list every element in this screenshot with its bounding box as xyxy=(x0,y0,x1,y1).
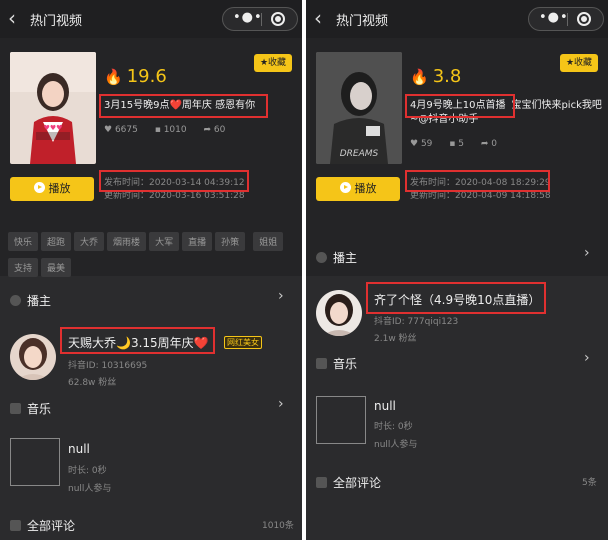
share-stat: ➦ 0 xyxy=(480,139,497,149)
close-circle-icon[interactable] xyxy=(271,12,285,26)
comments-section-header[interactable]: 全部评论 xyxy=(10,517,75,534)
music-duration: 时长: 0秒 xyxy=(68,466,107,476)
chevron-right-icon[interactable]: › xyxy=(278,288,284,304)
comment-icon xyxy=(316,477,327,488)
anchor-id: 抖音ID: 777qiqi123 xyxy=(374,317,459,327)
tag-item[interactable]: 超跑 xyxy=(41,232,72,251)
mini-program-capsule: •●• xyxy=(222,7,298,31)
comment-stat: ▪ 5 xyxy=(449,139,464,149)
like-stat: ♥ 59 xyxy=(410,139,433,149)
anchor-icon xyxy=(316,252,327,263)
comments-count: 1010条 xyxy=(262,521,294,531)
back-icon[interactable]: ‹ xyxy=(8,8,28,30)
music-cover[interactable] xyxy=(10,438,60,486)
music-icon xyxy=(316,358,327,369)
like-stat: ♥ 6675 xyxy=(104,125,138,135)
nav-bar: ‹ 热门视频 •●• xyxy=(0,0,302,38)
music-name: null xyxy=(68,442,90,456)
share-stat: ➦ 60 xyxy=(203,125,226,135)
tag-item[interactable]: 直播 xyxy=(182,232,213,251)
tag-list: 快乐 超跑 大乔 烟雨楼 大军 直播 孙策 姐姐支持 最美 xyxy=(8,230,298,282)
play-button[interactable]: 播放 xyxy=(10,177,94,201)
music-section-header[interactable]: 音乐 xyxy=(316,355,357,372)
tag-item[interactable]: 最美 xyxy=(41,258,72,277)
tag-item[interactable]: 烟雨楼 xyxy=(107,232,147,251)
fire-icon: 🔥 xyxy=(104,68,123,86)
nav-bar: ‹ 热门视频 •●• xyxy=(306,0,608,38)
avatar[interactable] xyxy=(316,290,362,336)
close-circle-icon[interactable] xyxy=(577,12,591,26)
video-thumbnail[interactable]: DREAMS xyxy=(316,52,402,164)
anchor-badge: 网红美女 xyxy=(224,336,262,349)
anchor-fans: 2.1w 粉丝 xyxy=(374,334,417,344)
svg-text:♥♥♥: ♥♥♥ xyxy=(44,124,63,132)
music-name: null xyxy=(374,399,396,413)
favorite-button[interactable]: ★收藏 xyxy=(560,54,598,72)
highlight-box xyxy=(60,327,215,354)
fire-icon: 🔥 xyxy=(410,68,429,86)
chevron-right-icon[interactable]: › xyxy=(278,396,284,412)
comment-icon xyxy=(10,520,21,531)
highlight-box xyxy=(366,282,546,314)
tag-item[interactable]: 支持 xyxy=(8,258,39,277)
highlight-box xyxy=(405,94,515,118)
chevron-right-icon[interactable]: › xyxy=(584,245,590,261)
music-cover[interactable] xyxy=(316,396,366,444)
anchor-icon xyxy=(10,295,21,306)
highlight-box xyxy=(99,94,268,118)
tag-item[interactable]: 大军 xyxy=(149,232,180,251)
tag-item[interactable]: 姐姐 xyxy=(253,232,284,251)
thumb-text: DREAMS xyxy=(340,149,379,159)
mini-program-capsule: •●• xyxy=(528,7,604,31)
music-users: null人参与 xyxy=(374,440,418,450)
tag-item[interactable]: 大乔 xyxy=(74,232,105,251)
anchor-section-header[interactable]: 播主 xyxy=(10,292,51,309)
play-icon xyxy=(339,182,351,193)
play-button[interactable]: 播放 xyxy=(316,177,400,201)
music-icon xyxy=(10,403,21,414)
more-menu-icon[interactable]: •●• xyxy=(233,10,263,25)
anchor-section-header[interactable]: 播主 xyxy=(316,249,357,266)
right-panel: ‹ 热门视频 •●• DREAMS 🔥 3.8 ★收藏 4月9号晚上10点首播 宝宝… xyxy=(306,0,608,540)
music-users: null人参与 xyxy=(68,484,112,494)
tag-item[interactable]: 孙策 xyxy=(215,232,246,251)
nav-title: 热门视频 xyxy=(30,14,83,29)
music-duration: 时长: 0秒 xyxy=(374,422,413,432)
avatar[interactable] xyxy=(10,334,56,380)
more-menu-icon[interactable]: •●• xyxy=(539,10,569,25)
back-icon[interactable]: ‹ xyxy=(314,8,334,30)
tag-item[interactable]: 快乐 xyxy=(8,232,39,251)
highlight-box xyxy=(99,170,249,192)
play-icon xyxy=(33,182,45,193)
video-stats: ♥ 6675 ▪ 1010 ➦ 60 xyxy=(104,125,239,135)
music-section-header[interactable]: 音乐 xyxy=(10,400,51,417)
star-icon: ★ xyxy=(565,58,575,68)
star-icon: ★ xyxy=(259,58,269,68)
left-panel: ‹ 热门视频 •●• ♥♥♥ 🔥 19.6 ★收藏 3月15号晚9点❤️周年庆 感… xyxy=(0,0,302,540)
video-stats: ♥ 59 ▪ 5 ➦ 0 xyxy=(410,139,511,149)
nav-title: 热门视频 xyxy=(336,14,389,29)
hot-score: 🔥 3.8 xyxy=(410,66,462,87)
video-thumbnail[interactable]: ♥♥♥ xyxy=(10,52,96,164)
highlight-box xyxy=(405,170,550,192)
anchor-fans: 62.8w 粉丝 xyxy=(68,378,117,388)
hot-score: 🔥 19.6 xyxy=(104,66,167,87)
comments-section-header[interactable]: 全部评论 xyxy=(316,474,381,491)
comment-stat: ▪ 1010 xyxy=(154,125,187,135)
chevron-right-icon[interactable]: › xyxy=(584,350,590,366)
comments-count: 5条 xyxy=(582,478,597,488)
anchor-id: 抖音ID: 10316695 xyxy=(68,361,148,371)
favorite-button[interactable]: ★收藏 xyxy=(254,54,292,72)
